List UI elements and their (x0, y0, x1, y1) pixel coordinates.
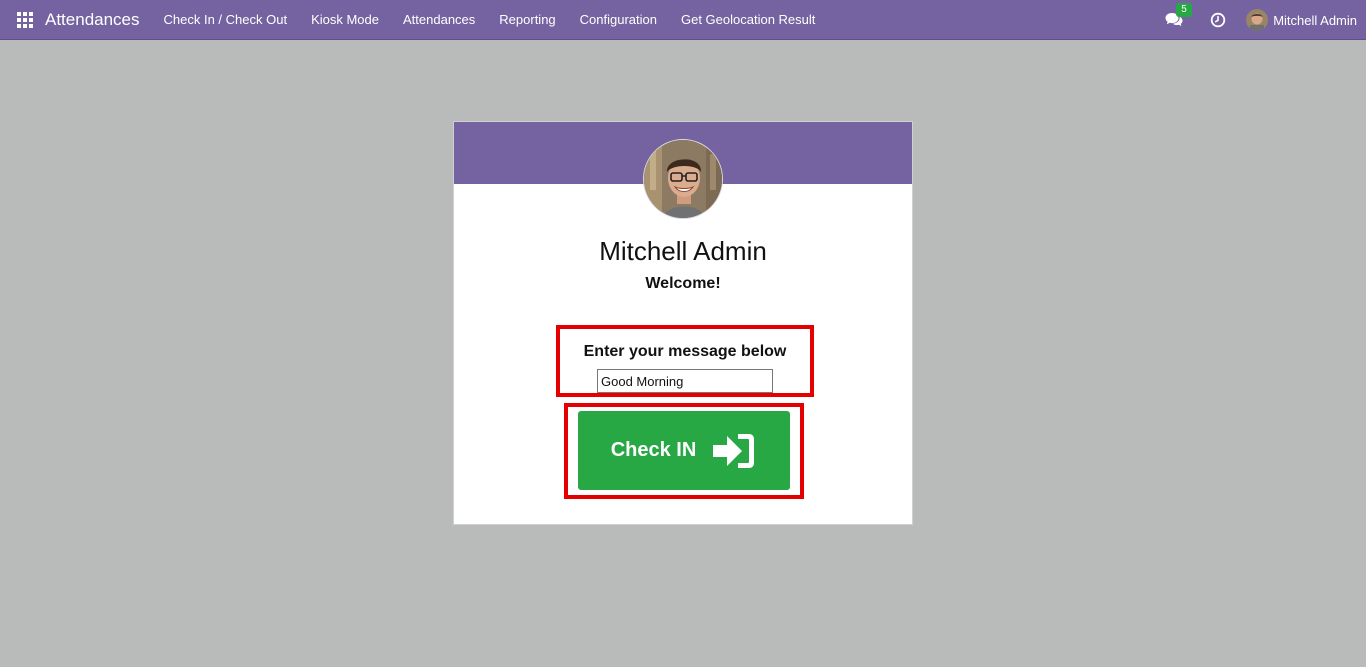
main-menu: Check In / Check Out Kiosk Mode Attendan… (152, 0, 828, 40)
welcome-text: Welcome! (645, 275, 721, 292)
clock-icon[interactable] (1210, 12, 1226, 28)
menu-kiosk-mode[interactable]: Kiosk Mode (299, 0, 391, 40)
message-input[interactable] (597, 369, 773, 393)
check-in-button[interactable]: Check IN (578, 411, 790, 490)
top-navbar: Attendances Check In / Check Out Kiosk M… (0, 0, 1366, 40)
check-in-highlight-box: Check IN (564, 403, 804, 499)
menu-attendances[interactable]: Attendances (391, 0, 487, 40)
employee-name: Mitchell Admin (599, 236, 767, 266)
apps-grid-icon[interactable] (17, 11, 33, 28)
message-highlight-box: Enter your message below (556, 325, 814, 397)
user-menu[interactable]: Mitchell Admin (1246, 9, 1357, 31)
menu-get-geolocation-result[interactable]: Get Geolocation Result (669, 0, 827, 40)
app-title[interactable]: Attendances (45, 10, 140, 30)
sign-in-icon (713, 433, 755, 468)
messaging-menu[interactable]: 5 (1163, 3, 1192, 31)
menu-check-in-check-out[interactable]: Check In / Check Out (152, 0, 300, 40)
employee-avatar (643, 139, 723, 219)
menu-reporting[interactable]: Reporting (487, 0, 567, 40)
attendance-card: Mitchell Admin Welcome! Enter your messa… (453, 121, 913, 525)
message-label: Enter your message below (583, 343, 787, 360)
navbar-systray: 5 Mitchell Admin (1163, 0, 1366, 40)
user-name: Mitchell Admin (1273, 12, 1357, 28)
check-in-label: Check IN (610, 439, 697, 461)
messages-count-badge: 5 (1176, 3, 1192, 17)
avatar (1246, 9, 1269, 31)
menu-configuration[interactable]: Configuration (568, 0, 669, 40)
